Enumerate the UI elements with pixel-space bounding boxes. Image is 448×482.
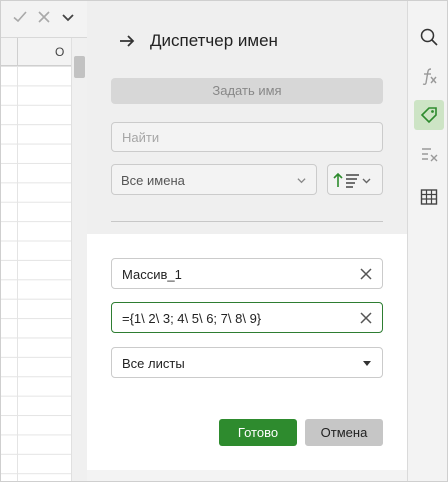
define-name-button[interactable]: Задать имя <box>111 78 383 104</box>
chevron-down-icon <box>363 361 371 366</box>
name-manager-panel: Диспетчер имен Задать имя Найти Все имен… <box>87 0 407 482</box>
cell-grid[interactable] <box>0 66 71 482</box>
column-separator <box>17 38 18 66</box>
cancel-button[interactable]: Отмена <box>305 419 383 446</box>
formula-bar-actions <box>0 0 87 38</box>
grid-line <box>17 66 18 482</box>
panel-header: Диспетчер имен Задать имя Найти Все имен… <box>87 0 407 234</box>
search-icon[interactable] <box>414 22 444 52</box>
reference-field[interactable]: ={1\ 2\ 3; 4\ 5\ 6; 7\ 8\ 9} <box>111 302 383 333</box>
chevron-down-icon[interactable] <box>61 9 75 30</box>
name-tag-icon[interactable] <box>414 100 444 130</box>
scrollbar-thumb[interactable] <box>74 56 85 78</box>
scope-value: Все листы <box>122 356 185 371</box>
name-editor: Массив_1 ={1\ 2\ 3; 4\ 5\ 6; 7\ 8\ 9} Вс… <box>87 234 407 470</box>
sort-button[interactable] <box>327 164 383 195</box>
table-icon[interactable] <box>414 182 444 212</box>
name-field[interactable]: Массив_1 <box>111 258 383 289</box>
spreadsheet-area: O <box>0 0 87 482</box>
panel-title-row: Диспетчер имен <box>117 30 278 52</box>
clear-formula-icon[interactable] <box>414 140 444 170</box>
function-icon[interactable] <box>414 61 444 91</box>
names-filter-dropdown[interactable]: Все имена <box>111 164 317 195</box>
side-toolbar <box>407 0 448 482</box>
sort-icon <box>333 172 371 188</box>
search-input[interactable]: Найти <box>111 122 383 152</box>
reference-value: ={1\ 2\ 3; 4\ 5\ 6; 7\ 8\ 9} <box>122 311 262 326</box>
names-list-divider <box>111 221 383 222</box>
clear-icon[interactable] <box>360 312 372 324</box>
filter-value: Все имена <box>121 173 185 188</box>
chevron-down-icon <box>297 178 306 184</box>
vertical-scrollbar[interactable] <box>71 38 87 482</box>
ok-button[interactable]: Готово <box>219 419 297 446</box>
column-label: O <box>55 45 65 59</box>
clear-icon[interactable] <box>360 268 372 280</box>
name-value: Массив_1 <box>122 267 182 282</box>
check-icon[interactable] <box>12 9 28 30</box>
scope-dropdown[interactable]: Все листы <box>111 347 383 378</box>
panel-title: Диспетчер имен <box>150 31 278 50</box>
close-icon[interactable] <box>36 9 52 30</box>
arrow-right-icon[interactable] <box>117 31 137 51</box>
